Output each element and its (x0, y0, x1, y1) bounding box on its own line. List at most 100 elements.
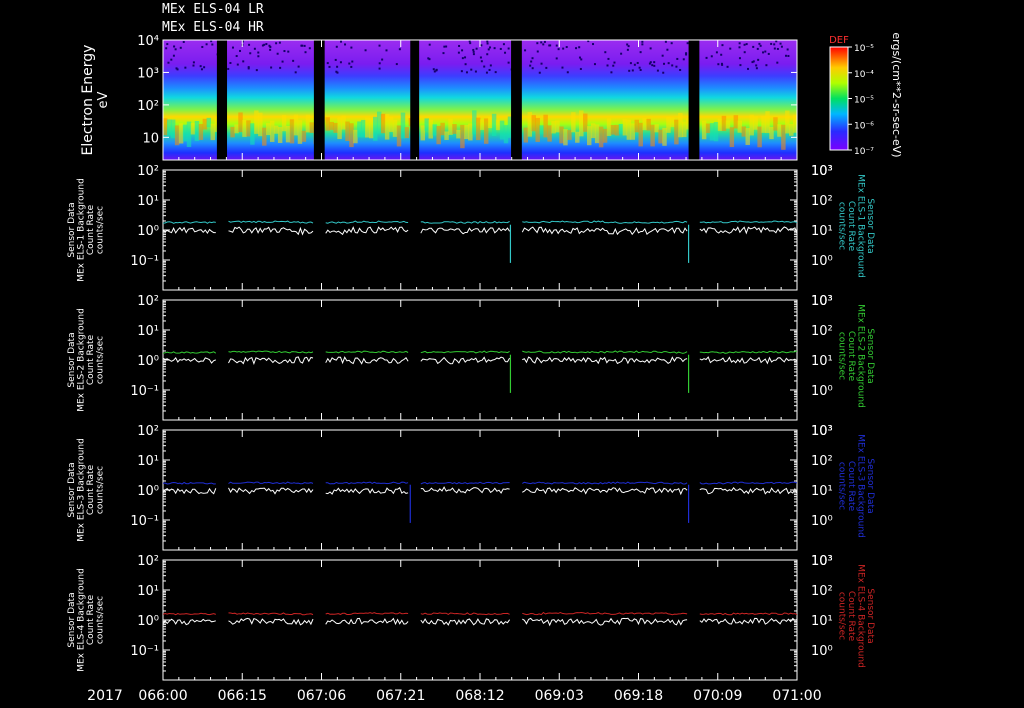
spectrogram-texture-column (543, 114, 548, 138)
series-trace-white (162, 487, 217, 495)
spectrogram-texture-column (571, 112, 576, 133)
time-tick-label: 066:00 (138, 688, 187, 704)
spectrogram-texture-column (579, 110, 584, 137)
spectrogram-speckle (192, 61, 195, 64)
spectrogram-speckle (328, 65, 331, 68)
spectrogram-speckle (656, 69, 659, 72)
series-trace-white (162, 357, 216, 364)
panel-left-ylabel-line: MEx ELS-2 Background (77, 308, 87, 412)
spectrogram-speckle (458, 44, 461, 47)
series-trace-white (699, 617, 798, 625)
spectrogram-texture-column (285, 125, 291, 143)
panel-left-ylabel-line: Count Rate (86, 204, 96, 255)
spectrogram-speckle (465, 71, 468, 74)
spectrogram-texture-column (305, 114, 311, 133)
panel-right-ylabel-line: counts/sec (837, 202, 847, 250)
spectrogram-speckle (474, 70, 477, 73)
spectrogram-speckle (378, 67, 381, 70)
spectrogram-ylabel: Electron Energy (80, 45, 96, 156)
spectrogram-texture-column (254, 110, 259, 134)
spectrogram-speckle (179, 46, 182, 49)
series-trace-blue (162, 481, 216, 485)
spectrogram-speckle (765, 64, 768, 67)
spectrogram-speckle (592, 43, 595, 46)
spectrogram-speckle (607, 57, 610, 60)
series-trace-cyan (162, 221, 216, 224)
spectrogram-speckle (227, 67, 230, 70)
panel-right-ylabel-line: Sensor Data (865, 198, 875, 253)
spectrogram-texture-column (388, 116, 394, 132)
spectrogram-texture-column (741, 126, 746, 137)
panel-right-ytick-label: 10² (811, 454, 833, 469)
spectrogram-ytick-label: 10³ (137, 66, 159, 81)
spectrogram-speckle (628, 69, 631, 72)
spectrogram-speckle (336, 65, 339, 68)
panel-right-ytick-label: 10⁰ (811, 644, 833, 659)
spectrogram-speckle (486, 53, 489, 56)
spectrogram-speckle (579, 67, 582, 70)
spectrogram-speckle (717, 63, 720, 66)
panel-right-ylabel-line: Count Rate (846, 331, 856, 382)
panel-right-ylabel-line: Sensor Data (865, 328, 875, 383)
spectrogram-speckle (165, 47, 168, 50)
spectrogram-texture-column (567, 130, 572, 140)
spectrogram-texture-column (472, 110, 477, 135)
spectrogram-ytick-label: 10² (137, 99, 159, 114)
spectrogram-ytick-label: 10⁴ (137, 34, 159, 49)
series-trace-white (420, 618, 511, 626)
spectrogram-speckle (580, 58, 583, 61)
spectrogram-speckle (175, 67, 178, 70)
spectrogram-speckle (720, 62, 723, 65)
spectrogram-speckle (667, 62, 670, 65)
spectrogram-speckle (350, 46, 353, 49)
spectrogram-speckle (432, 68, 435, 71)
spectrogram-speckle (679, 69, 682, 72)
spectrogram-speckle (561, 66, 564, 69)
time-tick-label: 071:00 (772, 688, 821, 704)
spectrogram-speckle (779, 42, 782, 45)
spectrogram-speckle (670, 42, 673, 45)
spectrogram-speckle (536, 50, 539, 53)
spectrogram-speckle (739, 64, 742, 67)
panel-right-ylabel-line: Sensor Data (865, 458, 875, 513)
time-tick-label: 067:06 (297, 688, 346, 704)
spectrogram-speckle (686, 42, 689, 45)
spectrogram-texture-column (206, 117, 212, 128)
spectrogram-texture-column (594, 124, 600, 144)
spectrogram-speckle (676, 57, 679, 60)
spectrogram-texture-column (559, 126, 564, 144)
panel-ytick-label: 10⁰ (137, 224, 159, 239)
spectrogram-speckle (545, 66, 548, 69)
spectrogram-texture-column (456, 129, 461, 139)
series-trace-white (325, 226, 409, 236)
colorbar-label: DEF (829, 35, 849, 46)
spectrogram-texture-column (230, 126, 235, 138)
panel-ytick-label: 10² (137, 554, 159, 569)
spectrogram-speckle (166, 43, 169, 46)
panel-right-ytick-label: 10¹ (811, 224, 833, 239)
panel-ytick-label: 10⁰ (137, 354, 159, 369)
spectrogram-speckle (334, 58, 337, 61)
spectrogram-speckle (489, 46, 492, 49)
spectrogram-speckle (442, 52, 445, 55)
spectrogram-data-gap (511, 40, 522, 160)
panel-left-ylabel-line: MEx ELS-3 Background (77, 438, 87, 542)
spectrogram-texture-column (174, 125, 180, 146)
spectrogram-speckle (364, 49, 367, 52)
panel-left-ylabel-line: counts/sec (96, 466, 106, 514)
spectrogram-texture-column (634, 119, 639, 133)
spectrogram-texture-column (757, 126, 762, 148)
spectrogram-texture-column (662, 127, 667, 146)
spectrogram-texture-column (701, 120, 707, 140)
panel-right-ytick-label: 10¹ (811, 484, 833, 499)
spectrogram-texture-column (622, 119, 628, 136)
spectrogram-texture-column (337, 117, 342, 140)
spectrogram-speckle (758, 42, 761, 45)
panel-ytick-label: 10¹ (137, 584, 159, 599)
spectrogram-speckle (543, 40, 546, 43)
series-trace-cyan (699, 220, 798, 224)
panel-right-ytick-label: 10² (811, 584, 833, 599)
spectrogram-speckle (167, 61, 170, 64)
spectrogram-texture-column (163, 118, 168, 136)
spectrogram-speckle (751, 61, 754, 64)
